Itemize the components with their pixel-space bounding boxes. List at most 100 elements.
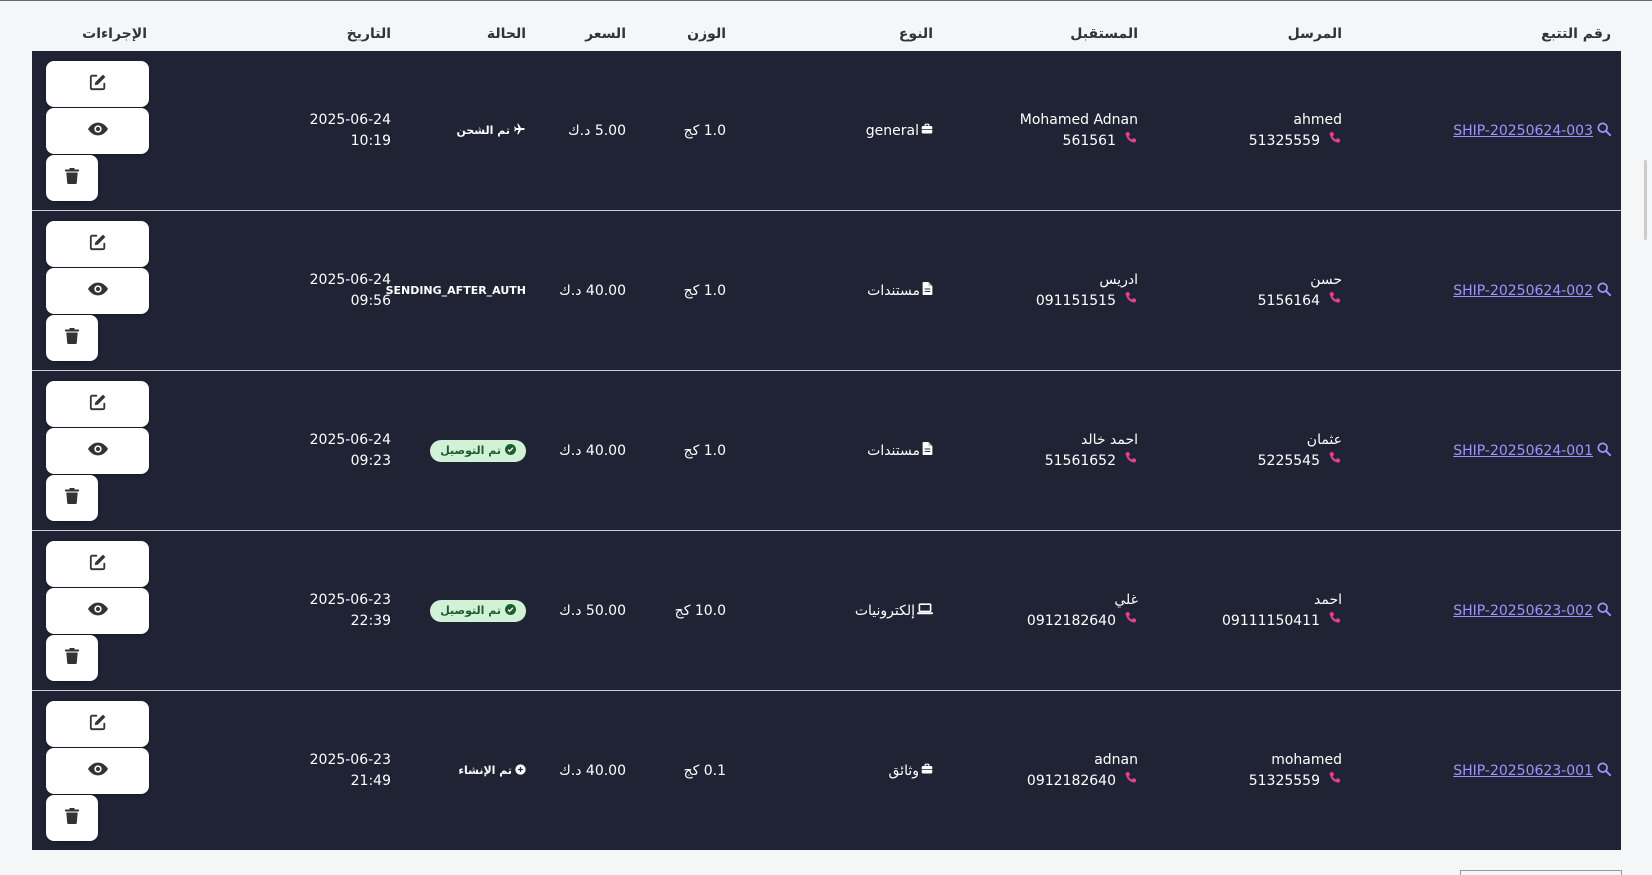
sender-cell: ahmed 51325559 (1148, 110, 1352, 152)
receiver-cell: احمد خالد 51561652 (943, 430, 1148, 472)
edit-icon (89, 553, 107, 575)
eye-icon (87, 282, 108, 300)
receiver-name: ادريس (1099, 271, 1138, 288)
search-icon (1597, 121, 1612, 140)
sender-name: احمد (1314, 591, 1342, 608)
table-row: SHIP-20250623-002 احمد 09111150411 غلي 0… (32, 531, 1621, 691)
scrollbar[interactable] (1644, 160, 1647, 240)
trash-icon (65, 488, 79, 508)
receiver-phone: 51561652 (1044, 452, 1116, 469)
phone-icon (1124, 451, 1138, 465)
delete-button[interactable] (46, 795, 98, 841)
actions-cell (32, 540, 157, 681)
eye-icon (87, 762, 108, 780)
price-cell: 40.00 د.ك (559, 762, 626, 779)
weight-cell: 0.1 كج (683, 762, 726, 779)
receiver-name: غلي (1114, 591, 1138, 608)
check-circle-icon (505, 603, 516, 618)
phone-icon (1124, 611, 1138, 625)
receiver-name: adnan (1094, 751, 1138, 768)
status-text: تم الإنشاء (458, 763, 526, 778)
tracking-link[interactable]: SHIP-20250624-002 (1453, 281, 1612, 300)
table-row: SHIP-20250624-002 حسن 5156164 ادريس 0911… (32, 211, 1621, 371)
edit-button[interactable] (46, 541, 149, 587)
type-label: مستندات (867, 282, 920, 299)
receiver-phone: 091151515 (1035, 292, 1116, 309)
sender-phone: 51325559 (1248, 772, 1320, 789)
search-icon (1597, 761, 1612, 780)
trash-icon (65, 168, 79, 188)
sender-phone: 09111150411 (1222, 612, 1320, 629)
type-cell: مستندات (736, 282, 943, 299)
edit-button[interactable] (46, 61, 149, 107)
status-badge: تم التوصيل (430, 439, 526, 462)
tracking-link[interactable]: SHIP-20250624-001 (1453, 441, 1612, 460)
table-row: SHIP-20250624-001 عثمان 5225545 احمد خال… (32, 371, 1621, 531)
edit-button[interactable] (46, 381, 149, 427)
type-label: إلكترونيات (854, 602, 915, 619)
weight-cell: 1.0 كج (683, 442, 726, 459)
delete-button[interactable] (46, 155, 98, 201)
delete-button[interactable] (46, 635, 98, 681)
view-button[interactable] (46, 748, 149, 794)
sender-cell: عثمان 5225545 (1148, 430, 1352, 472)
header-receiver: المستقبل (1070, 25, 1138, 42)
header-type: النوع (898, 25, 933, 42)
view-button[interactable] (46, 268, 149, 314)
header-price: السعر (585, 25, 626, 42)
price-cell: 40.00 د.ك (559, 282, 626, 299)
time-value: 10:19 (350, 132, 391, 149)
tracking-link[interactable]: SHIP-20250624-003 (1453, 121, 1612, 140)
actions-cell (32, 220, 157, 361)
header-date: التاريخ (346, 25, 391, 42)
date-cell: 2025-06-24 10:19 (157, 110, 401, 152)
sender-name: حسن (1310, 271, 1342, 288)
view-button[interactable] (46, 588, 149, 634)
phone-icon (1328, 611, 1342, 625)
status-badge: تم التوصيل (430, 599, 526, 622)
sender-phone: 51325559 (1248, 132, 1320, 149)
phone-icon (1328, 131, 1342, 145)
time-value: 21:49 (350, 772, 391, 789)
trash-icon (65, 808, 79, 828)
check-circle-icon (505, 443, 516, 458)
receiver-phone: 0912182640 (1026, 772, 1116, 789)
header-actions: الإجراءات (82, 25, 147, 42)
date-value: 2025-06-23 (309, 751, 391, 768)
edit-button[interactable] (46, 221, 149, 267)
status-cell: تم التوصيل (401, 439, 536, 462)
eye-icon (87, 442, 108, 460)
weight-cell: 10.0 كج (674, 602, 726, 619)
receiver-phone: 561561 (1062, 132, 1116, 149)
table-row: SHIP-20250623-001 mohamed 51325559 adnan… (32, 691, 1621, 850)
briefcase-icon (921, 123, 933, 139)
date-value: 2025-06-23 (309, 591, 391, 608)
eye-icon (87, 602, 108, 620)
type-cell: إلكترونيات (736, 603, 943, 619)
time-value: 22:39 (350, 612, 391, 629)
weight-cell: 1.0 كج (683, 122, 726, 139)
tracking-link[interactable]: SHIP-20250623-001 (1453, 761, 1612, 780)
receiver-name: احمد خالد (1081, 431, 1138, 448)
shipments-table: رقم التتبع المرسل المستقبل النوع الوزن ا… (32, 16, 1621, 850)
header-status: الحالة (486, 25, 526, 42)
date-cell: 2025-06-23 22:39 (157, 590, 401, 632)
actions-cell (32, 380, 157, 521)
tracking-cell: SHIP-20250624-001 (1352, 441, 1621, 460)
view-button[interactable] (46, 428, 149, 474)
delete-button[interactable] (46, 475, 98, 521)
view-button[interactable] (46, 108, 149, 154)
delete-button[interactable] (46, 315, 98, 361)
status-cell: تم الشحن (401, 123, 536, 138)
phone-icon (1124, 131, 1138, 145)
price-cell: 40.00 د.ك (559, 442, 626, 459)
receiver-name: Mohamed Adnan (1019, 111, 1138, 128)
phone-icon (1124, 291, 1138, 305)
status-text: تم الشحن (456, 123, 526, 138)
sender-name: عثمان (1306, 431, 1342, 448)
tracking-link[interactable]: SHIP-20250623-002 (1453, 601, 1612, 620)
price-cell: 5.00 د.ك (568, 122, 626, 139)
edit-button[interactable] (46, 701, 149, 747)
plus-circle-icon (515, 763, 526, 778)
receiver-cell: adnan 0912182640 (943, 750, 1148, 792)
